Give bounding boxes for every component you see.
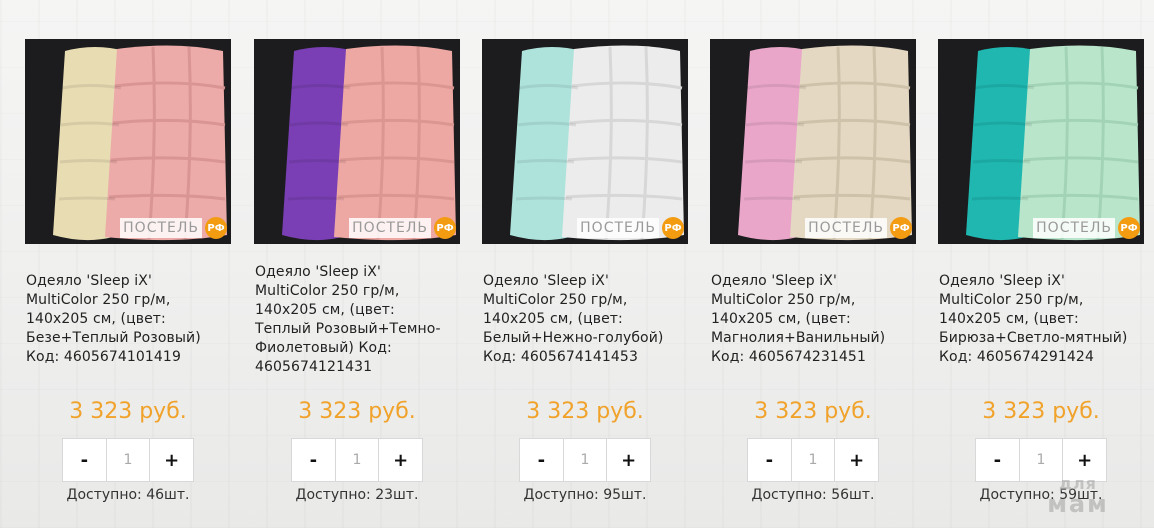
quantity-input[interactable]: 1	[105, 439, 151, 481]
product-title-line: Одеяло 'Sleep iX'	[483, 273, 609, 289]
image-watermark-text: ПОСТЕЛЬ	[577, 218, 659, 238]
product-title-line: Магнолия+Ванильный)	[711, 330, 886, 346]
product-grid: ПОСТЕЛЬ РФ Одеяло 'Sleep iX' MultiColor 25…	[0, 0, 1154, 528]
brand-logo-icon: РФ	[662, 217, 684, 239]
product-title-line: Теплый Розовый+Темно-	[255, 321, 441, 337]
increase-button[interactable]: +	[150, 439, 193, 481]
product-title[interactable]: Одеяло 'Sleep iX' MultiColor 250 гр/м, 140…	[939, 272, 1154, 367]
image-watermark: ПОСТЕЛЬ РФ	[349, 215, 456, 241]
decrease-button[interactable]: -	[292, 439, 335, 481]
product-title-line: 140x205 см, (цвет:	[483, 311, 623, 327]
product-title-line: Фиолетовый) Код:	[255, 340, 392, 356]
product-card: ПОСТЕЛЬ РФ Одеяло 'Sleep iX' MultiColor 25…	[710, 0, 916, 528]
product-price: 3 323 руб.	[982, 399, 1100, 424]
product-image[interactable]: ПОСТЕЛЬ РФ	[25, 39, 231, 244]
product-title-line: 4605674121431	[255, 359, 373, 375]
decrease-button[interactable]: -	[748, 439, 791, 481]
stock-availability: Доступно: 23шт.	[295, 487, 419, 503]
image-watermark: ПОСТЕЛЬ РФ	[1033, 215, 1140, 241]
image-watermark-text: ПОСТЕЛЬ	[1033, 218, 1115, 238]
stock-availability: Доступно: 95шт.	[523, 487, 647, 503]
site-watermark: для мам	[1038, 474, 1118, 518]
product-price: 3 323 руб.	[69, 399, 187, 424]
image-watermark: ПОСТЕЛЬ РФ	[120, 215, 227, 241]
quantity-input[interactable]: 1	[334, 439, 380, 481]
blanket-illustration	[25, 39, 231, 244]
stock-availability: Доступно: 46шт.	[66, 487, 190, 503]
product-title[interactable]: Одеяло 'Sleep iX' MultiColor 250 гр/м, 140…	[711, 272, 926, 367]
quantity-stepper: - 1 +	[291, 438, 423, 482]
product-title-line: Код: 4605674141453	[483, 349, 638, 365]
product-title-line: MultiColor 250 гр/м,	[711, 292, 856, 308]
product-card: ПОСТЕЛЬ РФ Одеяло 'Sleep iX' MultiColor 25…	[254, 0, 460, 528]
image-watermark: ПОСТЕЛЬ РФ	[805, 215, 912, 241]
product-title-line: Одеяло 'Sleep iX'	[711, 273, 837, 289]
product-image[interactable]: ПОСТЕЛЬ РФ	[482, 39, 688, 244]
product-title-line: MultiColor 250 гр/м,	[483, 292, 628, 308]
product-price: 3 323 руб.	[526, 399, 644, 424]
product-card: ПОСТЕЛЬ РФ Одеяло 'Sleep iX' MultiColor 25…	[938, 0, 1144, 528]
product-title-line: MultiColor 250 гр/м,	[939, 292, 1084, 308]
blanket-illustration	[254, 39, 460, 244]
product-title-line: 140x205 см, (цвет:	[26, 311, 166, 327]
decrease-button[interactable]: -	[976, 439, 1019, 481]
product-title-line: 140x205 см, (цвет:	[711, 311, 851, 327]
product-title-line: Бирюза+Светло-мятный)	[939, 330, 1128, 346]
quantity-stepper: - 1 +	[62, 438, 194, 482]
brand-logo-icon: РФ	[434, 217, 456, 239]
brand-logo-icon: РФ	[890, 217, 912, 239]
product-title-line: Безе+Теплый Розовый)	[26, 330, 201, 346]
blanket-illustration	[482, 39, 688, 244]
product-title[interactable]: Одеяло 'Sleep iX' MultiColor 250 гр/м, 140…	[255, 263, 470, 377]
quantity-stepper: - 1 +	[519, 438, 651, 482]
decrease-button[interactable]: -	[63, 439, 106, 481]
image-watermark: ПОСТЕЛЬ РФ	[577, 215, 684, 241]
blanket-illustration	[710, 39, 916, 244]
product-title-line: MultiColor 250 гр/м,	[255, 283, 400, 299]
product-title-line: Код: 4605674101419	[26, 349, 181, 365]
product-title[interactable]: Одеяло 'Sleep iX' MultiColor 250 гр/м, 140…	[483, 272, 698, 367]
brand-logo-icon: РФ	[1118, 217, 1140, 239]
site-watermark-line2: мам	[1047, 490, 1109, 518]
product-card: ПОСТЕЛЬ РФ Одеяло 'Sleep iX' MultiColor 25…	[25, 0, 231, 528]
image-watermark-text: ПОСТЕЛЬ	[349, 218, 431, 238]
product-title-line: 140x205 см, (цвет:	[939, 311, 1079, 327]
product-title[interactable]: Одеяло 'Sleep iX' MultiColor 250 гр/м, 140…	[26, 272, 241, 367]
product-title-line: Одеяло 'Sleep iX'	[26, 273, 152, 289]
quantity-stepper: - 1 +	[747, 438, 879, 482]
image-watermark-text: ПОСТЕЛЬ	[120, 218, 202, 238]
product-price: 3 323 руб.	[298, 399, 416, 424]
product-title-line: Код: 4605674291424	[939, 349, 1094, 365]
product-title-line: Код: 4605674231451	[711, 349, 866, 365]
brand-logo-icon: РФ	[205, 217, 227, 239]
image-watermark-text: ПОСТЕЛЬ	[805, 218, 887, 238]
decrease-button[interactable]: -	[520, 439, 563, 481]
product-title-line: Белый+Нежно-голубой)	[483, 330, 664, 346]
product-card: ПОСТЕЛЬ РФ Одеяло 'Sleep iX' MultiColor 25…	[482, 0, 688, 528]
increase-button[interactable]: +	[379, 439, 422, 481]
increase-button[interactable]: +	[835, 439, 878, 481]
product-title-line: MultiColor 250 гр/м,	[26, 292, 171, 308]
product-image[interactable]: ПОСТЕЛЬ РФ	[710, 39, 916, 244]
stock-availability: Доступно: 56шт.	[751, 487, 875, 503]
quantity-input[interactable]: 1	[562, 439, 608, 481]
blanket-illustration	[938, 39, 1144, 244]
product-image[interactable]: ПОСТЕЛЬ РФ	[254, 39, 460, 244]
product-title-line: Одеяло 'Sleep iX'	[255, 264, 381, 280]
product-title-line: Одеяло 'Sleep iX'	[939, 273, 1065, 289]
product-image[interactable]: ПОСТЕЛЬ РФ	[938, 39, 1144, 244]
product-price: 3 323 руб.	[754, 399, 872, 424]
quantity-input[interactable]: 1	[790, 439, 836, 481]
increase-button[interactable]: +	[607, 439, 650, 481]
product-title-line: 140x205 см, (цвет:	[255, 302, 395, 318]
